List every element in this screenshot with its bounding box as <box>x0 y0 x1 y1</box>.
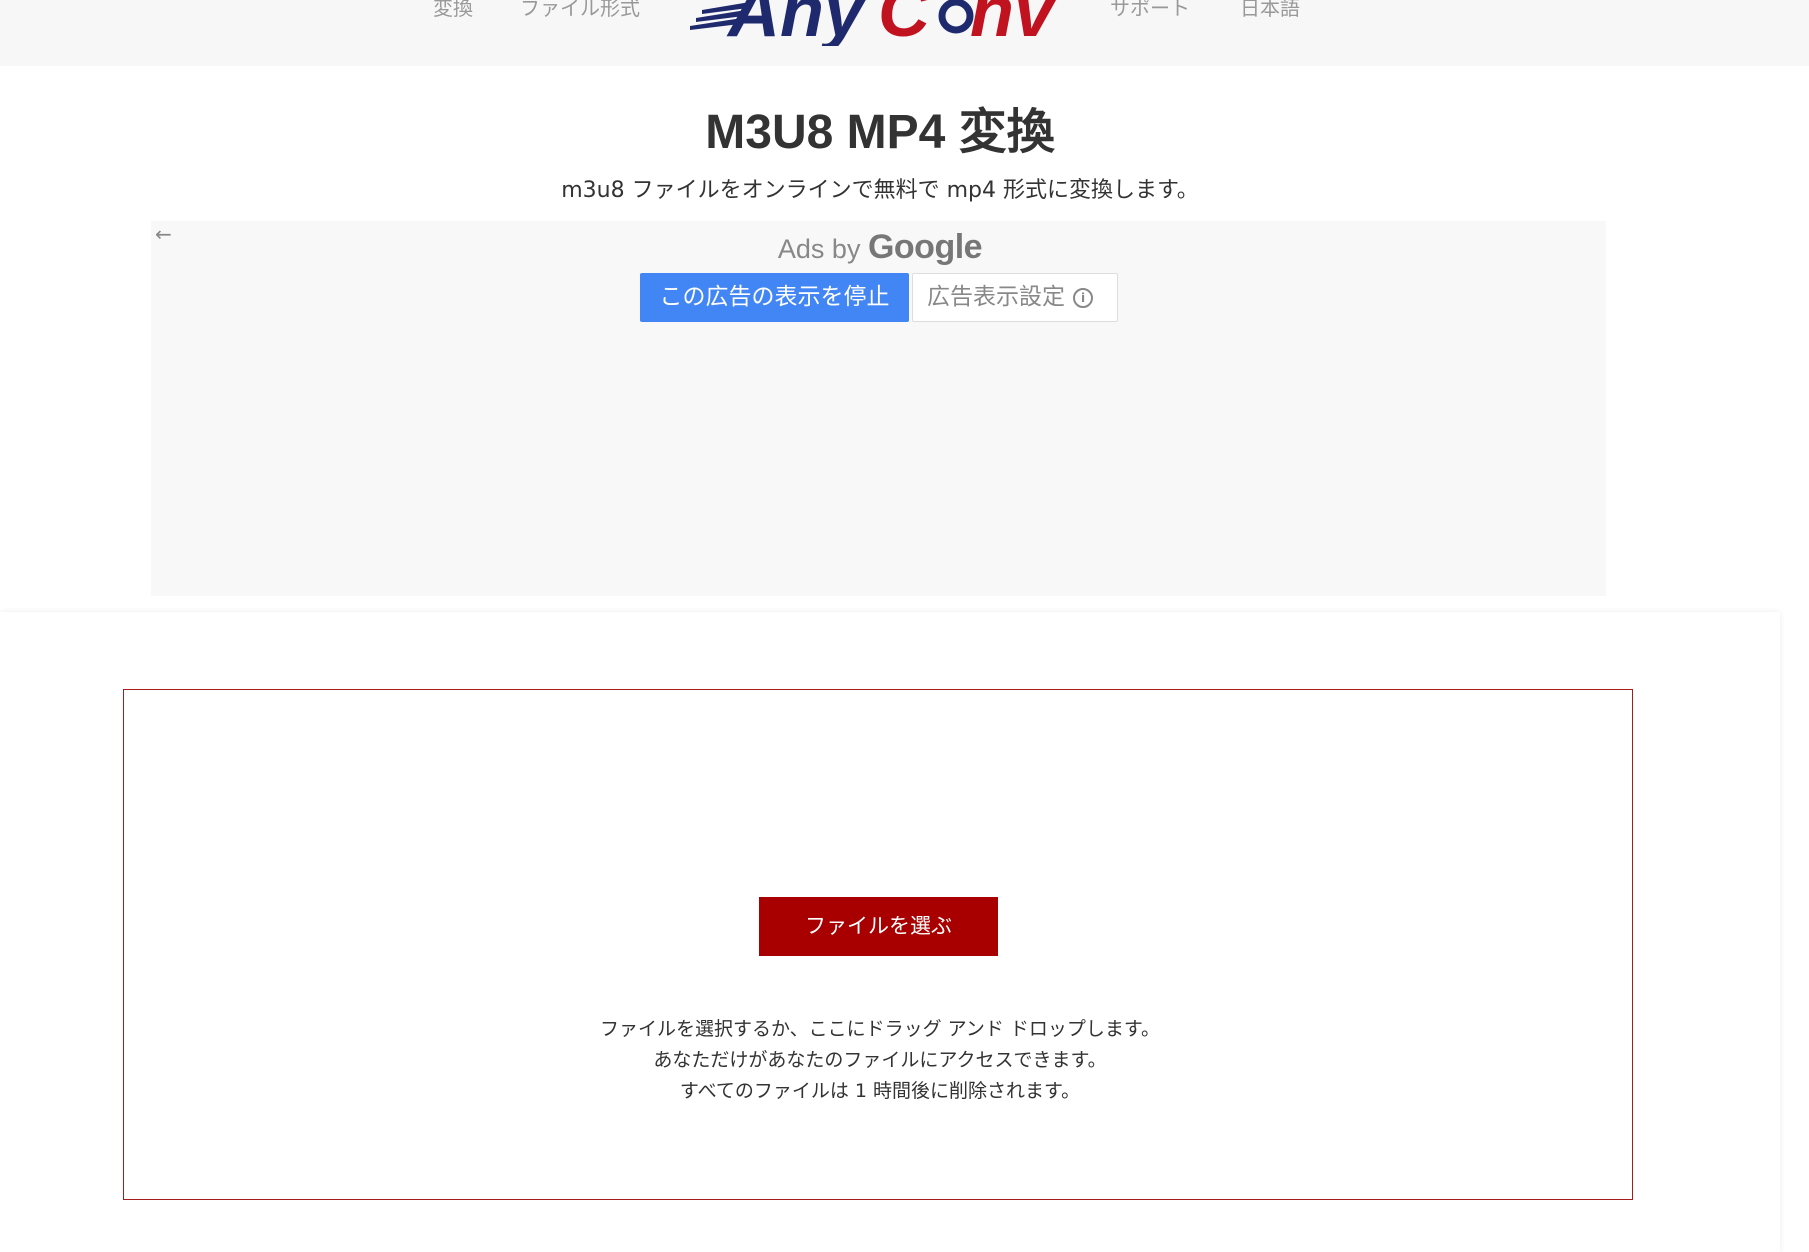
drop-info-line: すべてのファイルは 1 時間後に削除されます。 <box>679 1080 1081 1102</box>
anyconv-logo[interactable]: Any C nv <box>690 0 1060 46</box>
choose-file-button[interactable]: ファイルを選ぶ <box>759 897 998 956</box>
ads-by-label: Ads by <box>777 234 861 264</box>
logo-any: Any <box>726 0 868 46</box>
ad-settings-button[interactable]: 広告表示設定 i <box>912 273 1118 322</box>
drop-info: ファイルを選択するか、ここにドラッグ アンド ドロップします。 あなただけがあな… <box>0 1014 1760 1107</box>
drop-info-line: ファイルを選択するか、ここにドラッグ アンド ドロップします。 <box>599 1018 1161 1040</box>
nav-item-support[interactable]: サポート <box>1110 0 1190 21</box>
ad-settings-label: 広告表示設定 <box>927 284 1065 310</box>
nav-item-language[interactable]: 日本語 <box>1240 0 1300 21</box>
google-logo: Google <box>867 228 983 266</box>
svg-text:nv: nv <box>970 0 1058 46</box>
page-title: M3U8 MP4 変換 <box>705 106 1055 159</box>
info-icon: i <box>1073 287 1093 308</box>
drop-info-line: あなただけがあなたのファイルにアクセスできます。 <box>653 1049 1107 1071</box>
site-header: 変換 ファイル形式 Any C nv サポート 日本語 <box>0 0 1809 66</box>
nav-item-convert[interactable]: 変換 <box>433 0 473 21</box>
logo-conv: C <box>878 0 931 46</box>
nav-item-formats[interactable]: ファイル形式 <box>520 0 640 21</box>
stop-ad-button[interactable]: この広告の表示を停止 <box>640 273 909 322</box>
ads-by-google: Ads by Google <box>0 228 1760 267</box>
logo-refresh-icon <box>938 0 974 34</box>
page-subtitle: m3u8 ファイルをオンラインで無料で mp4 形式に変換します。 <box>561 178 1199 203</box>
